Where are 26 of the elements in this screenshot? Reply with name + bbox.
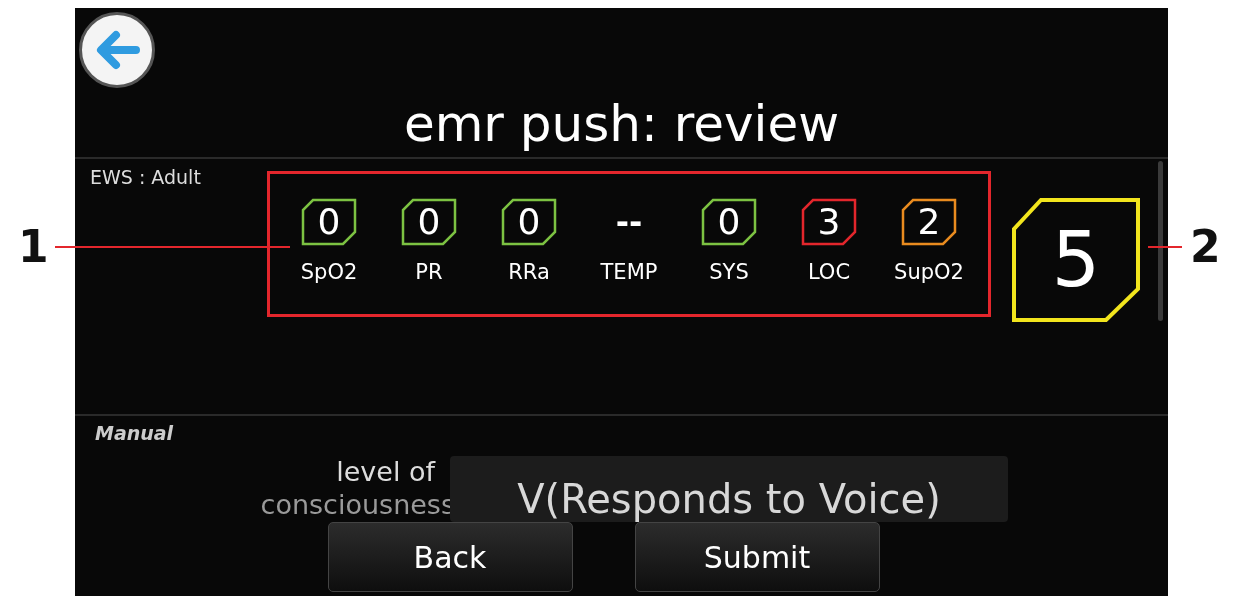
field-label: level of: [336, 456, 435, 487]
callout-number: 1: [18, 222, 49, 272]
parameter-label: SupO2: [894, 260, 964, 284]
screen-title: emr push: review: [402, 94, 841, 154]
scrollbar[interactable]: [1158, 161, 1163, 321]
back-button[interactable]: Back: [327, 522, 573, 592]
parameter-label: TEMP: [600, 260, 658, 284]
leader-line: [1148, 246, 1182, 248]
score-badge: 0: [401, 198, 457, 246]
parameter-label: SpO2: [300, 260, 358, 284]
submit-button[interactable]: Submit: [634, 522, 880, 592]
section-label: EWS : Adult: [90, 166, 201, 188]
dropdown-field[interactable]: V(Responds to Voice): [450, 456, 1008, 522]
score-badge: 3: [801, 198, 857, 246]
parameter-label: RRa: [508, 260, 550, 284]
score-badge: 0: [501, 198, 557, 246]
parameter-label: SYS: [709, 260, 749, 284]
score-badge: 2: [901, 198, 957, 246]
score-badge: 0: [301, 198, 357, 246]
score-badge: 0: [701, 198, 757, 246]
total-score-badge: 5: [1011, 197, 1141, 323]
parameter-label: LOC: [807, 260, 851, 284]
section-label: Manual: [95, 422, 174, 444]
score-value: --: [615, 202, 643, 243]
parameter-label: PR: [415, 260, 443, 284]
callout-number: 2: [1190, 222, 1221, 272]
